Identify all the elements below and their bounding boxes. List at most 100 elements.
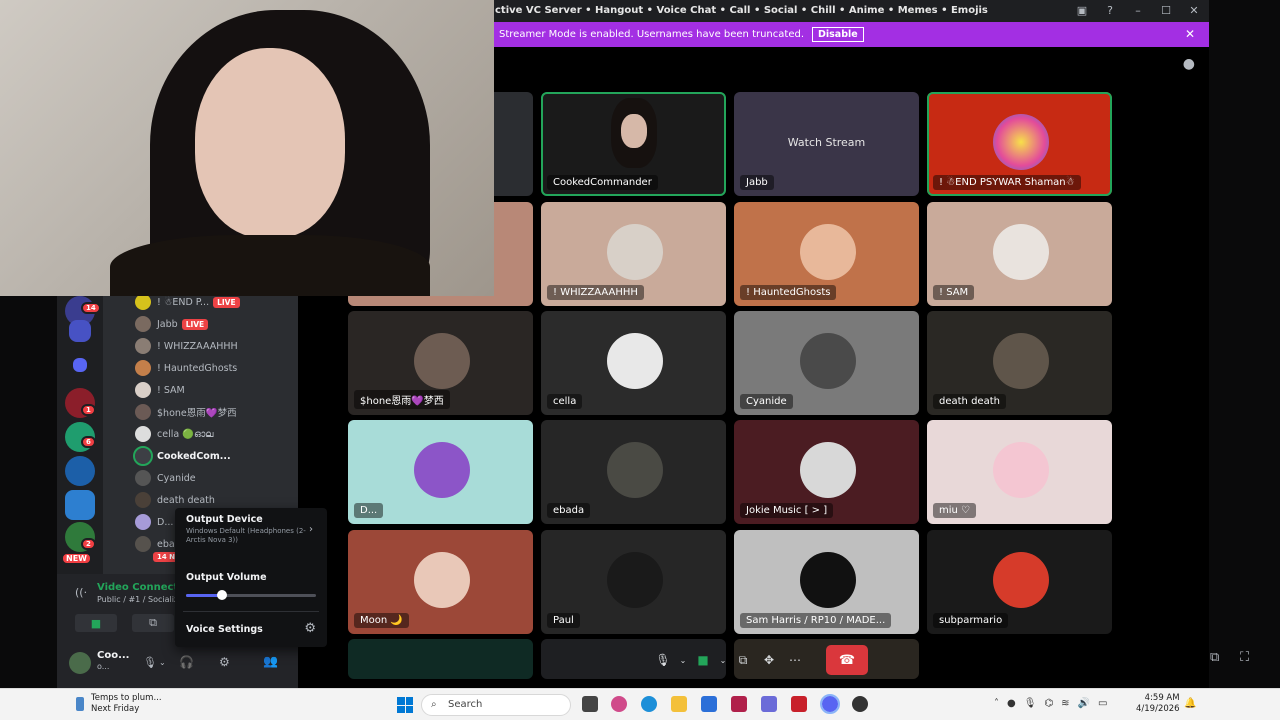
app-icon[interactable] xyxy=(731,696,747,712)
chevron-down-icon[interactable]: ⌄ xyxy=(159,658,166,667)
server-icon[interactable] xyxy=(65,490,95,520)
screen-share-icon[interactable]: ⧉ xyxy=(732,649,754,671)
avatar xyxy=(993,552,1049,608)
watch-stream-label[interactable]: Watch Stream xyxy=(734,136,919,149)
more-options-icon[interactable]: ⋯ xyxy=(784,649,806,671)
streamer-mode-message: Streamer Mode is enabled. Usernames have… xyxy=(499,29,804,40)
gear-icon[interactable]: ⚙ xyxy=(219,655,230,669)
video-tile[interactable]: D... xyxy=(348,420,533,524)
volume-icon[interactable]: 🔊 xyxy=(1078,698,1090,709)
minimize-icon[interactable]: – xyxy=(1131,4,1145,18)
bank-server-icon[interactable] xyxy=(69,320,91,342)
disable-streamer-mode-button[interactable]: Disable xyxy=(812,27,864,42)
microphone-icon[interactable]: 🎙 xyxy=(143,656,157,669)
video-tile[interactable]: ! HauntedGhosts xyxy=(734,202,919,306)
chevron-down-icon[interactable]: ⌄ xyxy=(718,649,728,671)
chevron-right-icon[interactable]: › xyxy=(309,524,313,535)
taskbar-clock[interactable]: 4:59 AM 4/19/2026 xyxy=(1136,693,1180,715)
avatar xyxy=(414,552,470,608)
windows-start-icon[interactable] xyxy=(397,697,413,713)
activities-icon[interactable]: ✥ xyxy=(758,649,780,671)
member-item[interactable]: ! SAM xyxy=(135,380,185,400)
weather-icon[interactable] xyxy=(76,697,84,711)
copilot-icon[interactable] xyxy=(611,696,627,712)
screen-share-button[interactable]: ⧉ xyxy=(132,614,174,632)
close-banner-icon[interactable]: ✕ xyxy=(1185,27,1195,41)
member-item[interactable]: CookedCom... xyxy=(133,446,231,466)
member-item[interactable]: ! WHIZZAAAHHH xyxy=(135,336,238,356)
video-tile[interactable]: Jokie Music [ > ] xyxy=(734,420,919,524)
server-icon[interactable] xyxy=(65,456,95,486)
help-icon[interactable]: ? xyxy=(1103,4,1117,18)
app-icon[interactable] xyxy=(761,696,777,712)
video-tile[interactable]: Paul xyxy=(541,530,726,634)
wifi-icon[interactable]: ≋ xyxy=(1061,698,1069,709)
new-badge: NEW xyxy=(61,552,92,565)
volume-knob[interactable] xyxy=(217,590,228,600)
file-explorer-icon[interactable] xyxy=(671,696,687,712)
chevron-down-icon[interactable]: ⌄ xyxy=(678,649,688,671)
output-volume-slider[interactable] xyxy=(186,590,316,600)
notifications-icon[interactable]: 🔔 xyxy=(1184,698,1196,709)
member-item[interactable]: death death xyxy=(135,490,215,510)
member-item[interactable]: Cyanide xyxy=(135,468,196,488)
network-icon[interactable]: ⌬ xyxy=(1044,698,1053,709)
video-tile[interactable]: ! ☃END PSYWAR Shaman☃ xyxy=(927,92,1112,196)
voice-channel-path[interactable]: Public / #1 / Socialize xyxy=(97,595,183,604)
user-name[interactable]: Coo... xyxy=(97,650,129,661)
headphones-icon[interactable]: 🎧 xyxy=(179,655,194,669)
camera-icon[interactable]: ■ xyxy=(692,649,714,671)
task-view-icon[interactable] xyxy=(582,696,598,712)
taskbar-search[interactable]: ⌕ Search xyxy=(421,694,571,716)
add-friend-icon[interactable]: 👥 xyxy=(263,654,278,668)
member-item[interactable]: cella 🟢ഓല xyxy=(135,424,214,444)
chevron-up-icon[interactable]: ˄ xyxy=(994,698,999,709)
microphone-icon[interactable]: 🎙 xyxy=(1024,698,1037,709)
maximize-icon[interactable]: ☐ xyxy=(1159,4,1173,18)
output-device-value[interactable]: Windows Default (Headphones (2- Arctis N… xyxy=(186,527,306,545)
video-tile[interactable]: $hone恩雨💜梦西 xyxy=(348,311,533,415)
acrobat-icon[interactable] xyxy=(791,696,807,712)
app-icon[interactable] xyxy=(852,696,868,712)
chat-icon[interactable]: ● xyxy=(1183,56,1195,72)
video-tile[interactable]: ebada xyxy=(541,420,726,524)
weather-text: Temps to plum... xyxy=(91,693,162,703)
discord-icon[interactable] xyxy=(820,694,840,714)
battery-icon[interactable]: ▭ xyxy=(1098,698,1107,709)
microphone-icon[interactable]: 🎙 xyxy=(652,649,674,671)
video-tile[interactable]: subparmario xyxy=(927,530,1112,634)
desktop-right-edge xyxy=(1209,0,1280,688)
video-tile[interactable]: Cyanide xyxy=(734,311,919,415)
tray-app-icon[interactable]: ● xyxy=(1007,698,1016,709)
video-tile[interactable]: death death xyxy=(927,311,1112,415)
camera-toggle-button[interactable]: ■ xyxy=(75,614,117,632)
close-window-icon[interactable]: ✕ xyxy=(1187,4,1201,18)
member-item[interactable]: eba xyxy=(135,534,175,554)
store-icon[interactable] xyxy=(701,696,717,712)
stream-tile[interactable]: Watch Stream Jabb xyxy=(734,92,919,196)
edge-icon[interactable] xyxy=(641,696,657,712)
video-tile[interactable] xyxy=(348,639,533,679)
video-tile[interactable]: Moon 🌙 xyxy=(348,530,533,634)
popout-icon[interactable]: ⧉ xyxy=(1210,650,1219,665)
folder-icon[interactable] xyxy=(73,358,87,372)
video-tile[interactable]: cella xyxy=(541,311,726,415)
avatar xyxy=(993,333,1049,389)
video-tile[interactable]: CookedCommander xyxy=(541,92,726,196)
disconnect-button[interactable]: ☎ xyxy=(826,645,868,675)
gear-icon[interactable]: ⚙ xyxy=(304,621,316,636)
inbox-icon[interactable]: ▣ xyxy=(1075,4,1089,18)
member-item[interactable]: Jabb LIVE xyxy=(135,314,209,334)
voice-settings-item[interactable]: Voice Settings xyxy=(186,624,263,635)
fullscreen-icon[interactable]: ⛶ xyxy=(1240,650,1249,665)
video-tile[interactable]: Sam Harris / RP10 / MADE... xyxy=(734,530,919,634)
member-item[interactable]: ! HauntedGhosts xyxy=(135,358,237,378)
weather-widget[interactable]: Temps to plum... Next Friday xyxy=(91,693,162,715)
output-device-label[interactable]: Output Device xyxy=(186,514,263,525)
member-item[interactable]: D... xyxy=(135,512,173,532)
video-tile[interactable]: ! SAM xyxy=(927,202,1112,306)
member-item[interactable]: $hone恩雨💜梦西 xyxy=(135,402,237,422)
video-tile[interactable]: miu ♡ xyxy=(927,420,1112,524)
video-tile[interactable]: ! WHIZZAAAHHH xyxy=(541,202,726,306)
user-avatar[interactable] xyxy=(69,652,91,674)
